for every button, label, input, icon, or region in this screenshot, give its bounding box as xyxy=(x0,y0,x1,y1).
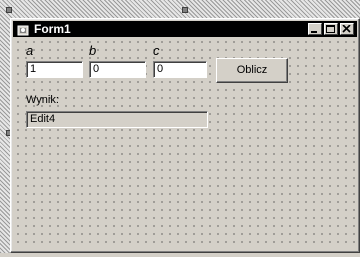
form-client-area: a b c 1 0 0 Oblicz Wynik: Edit4 xyxy=(14,38,356,249)
window-title: Form1 xyxy=(34,22,71,36)
title-bar[interactable]: Form1 xyxy=(13,21,357,37)
maximize-button[interactable] xyxy=(324,23,338,35)
delphi-form-icon xyxy=(16,22,30,36)
designer-bottom-edge xyxy=(0,253,360,257)
compute-button[interactable]: Oblicz xyxy=(216,58,288,83)
minimize-icon xyxy=(311,31,317,33)
form-window: Form1 a b c 1 0 0 Oblicz Wynik: Edit4 xyxy=(10,18,360,253)
resize-handle-top[interactable] xyxy=(182,7,188,13)
result-field[interactable]: Edit4 xyxy=(26,111,208,128)
label-c: c xyxy=(153,43,160,58)
input-b[interactable]: 0 xyxy=(89,61,146,78)
minimize-button[interactable] xyxy=(308,23,322,35)
close-icon xyxy=(342,25,351,33)
input-c[interactable]: 0 xyxy=(153,61,207,78)
maximize-icon xyxy=(326,25,335,33)
input-a[interactable]: 1 xyxy=(26,61,83,78)
close-button[interactable] xyxy=(340,23,354,35)
resize-handle-top-left[interactable] xyxy=(6,7,12,13)
form-designer-surface: Form1 a b c 1 0 0 Oblicz Wynik: Edit4 xyxy=(0,0,360,257)
label-b: b xyxy=(89,43,97,58)
label-a: a xyxy=(26,43,34,58)
label-result: Wynik: xyxy=(26,94,59,106)
